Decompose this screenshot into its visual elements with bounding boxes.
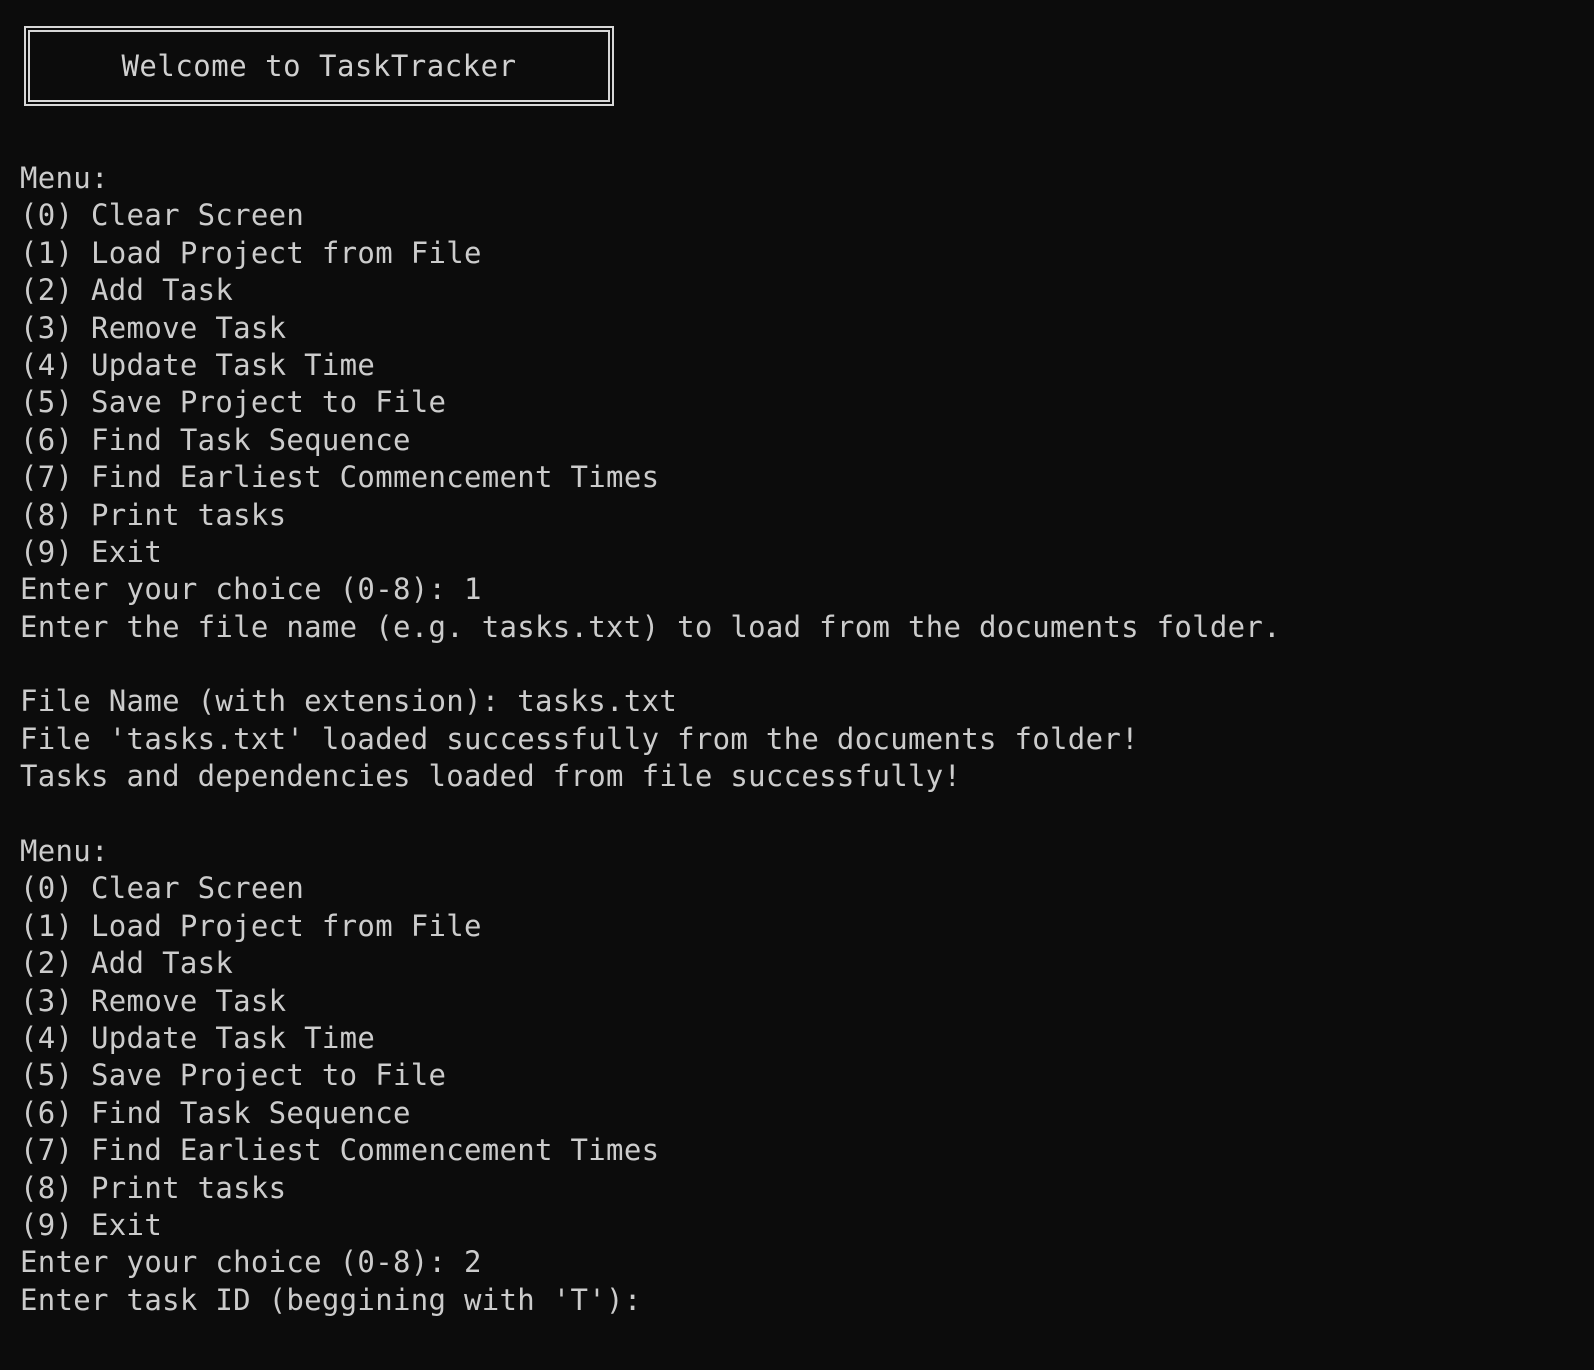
console-line: (7) Find Earliest Commencement Times xyxy=(20,1133,660,1168)
console-line: (7) Find Earliest Commencement Times xyxy=(20,460,660,495)
console-line: (6) Find Task Sequence xyxy=(20,422,411,457)
terminal-window[interactable]: Welcome to TaskTracker Menu: (0) Clear S… xyxy=(20,0,1580,1370)
console-line: (9) Exit xyxy=(20,1207,163,1242)
console-line: (3) Remove Task xyxy=(20,983,287,1018)
console-output: Menu: (0) Clear Screen (1) Load Project … xyxy=(20,160,1281,1319)
console-line: Tasks and dependencies loaded from file … xyxy=(20,759,962,794)
task-id-prompt-label: Enter task ID (beggining with 'T'): xyxy=(20,1282,642,1317)
console-line: (5) Save Project to File xyxy=(20,1058,447,1093)
console-line: (5) Save Project to File xyxy=(20,385,447,420)
console-line: Enter the file name (e.g. tasks.txt) to … xyxy=(20,609,1281,644)
console-line: Menu: xyxy=(20,834,109,869)
console-line: (1) Load Project from File xyxy=(20,235,482,270)
console-line: Enter your choice (0-8): 1 xyxy=(20,572,482,607)
console-line: (9) Exit xyxy=(20,534,163,569)
console-line: (6) Find Task Sequence xyxy=(20,1095,411,1130)
banner-title: Welcome to TaskTracker xyxy=(121,49,517,83)
console-line: (8) Print tasks xyxy=(20,1170,287,1205)
console-line: (2) Add Task xyxy=(20,946,234,981)
console-line: (3) Remove Task xyxy=(20,310,287,345)
console-line: Enter your choice (0-8): 2 xyxy=(20,1245,482,1280)
console-line: (0) Clear Screen xyxy=(20,198,305,233)
welcome-banner: Welcome to TaskTracker xyxy=(24,26,614,106)
task-id-prompt-line[interactable]: Enter task ID (beggining with 'T'): xyxy=(20,1282,1281,1319)
console-line: (8) Print tasks xyxy=(20,497,287,532)
console-line: (4) Update Task Time xyxy=(20,1020,376,1055)
console-line: (0) Clear Screen xyxy=(20,871,305,906)
console-line: (2) Add Task xyxy=(20,273,234,308)
task-id-input[interactable] xyxy=(659,1287,689,1317)
console-line: Menu: xyxy=(20,161,109,195)
console-line: File 'tasks.txt' loaded successfully fro… xyxy=(20,721,1139,756)
console-line: (4) Update Task Time xyxy=(20,347,376,382)
console-line: File Name (with extension): tasks.txt xyxy=(20,684,678,719)
console-line: (1) Load Project from File xyxy=(20,908,482,943)
